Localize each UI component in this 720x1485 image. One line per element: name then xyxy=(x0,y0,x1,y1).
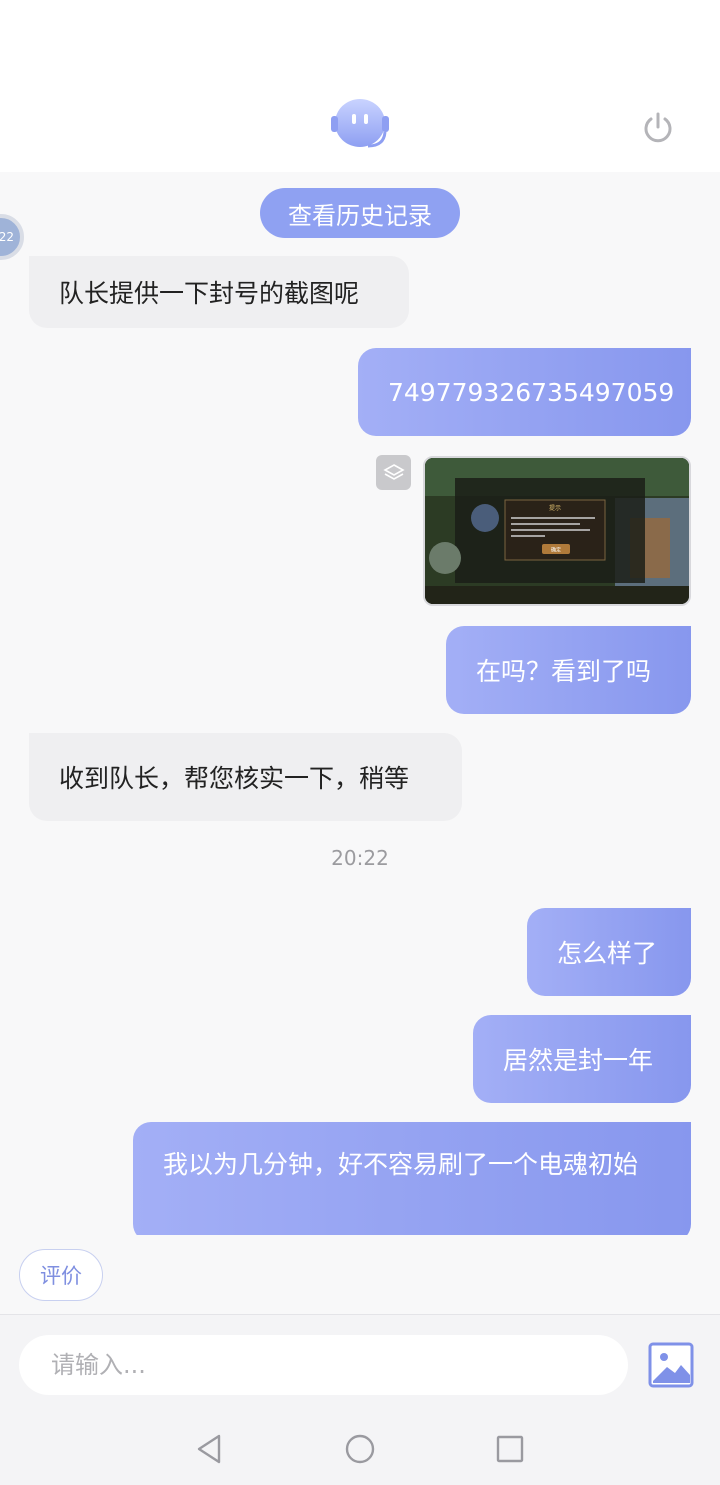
layers-icon[interactable] xyxy=(376,455,411,490)
back-triangle-icon[interactable] xyxy=(193,1432,227,1466)
power-icon[interactable] xyxy=(640,110,676,146)
image-upload-icon[interactable] xyxy=(647,1341,695,1389)
chat-area[interactable]: 查看历史记录 22 队长提供一下封号的截图呢 74977932673549705… xyxy=(0,172,720,1235)
message-bubble-user: 在吗？看到了吗 xyxy=(446,626,691,714)
message-timestamp: 20:22 xyxy=(331,846,389,870)
dialog-title: 提示 xyxy=(549,504,561,512)
dialog-button: 确定 xyxy=(551,547,561,554)
message-bubble-user: 居然是封一年 xyxy=(473,1015,691,1103)
game-screenshot-thumbnail: 提示 确定 xyxy=(425,458,689,604)
input-bar xyxy=(0,1314,720,1413)
recent-square-icon[interactable] xyxy=(493,1432,527,1466)
message-bubble-agent: 收到队长，帮您核实一下，稍等 xyxy=(29,733,462,821)
screenshot-image-message[interactable]: 提示 确定 xyxy=(423,456,691,606)
chat-header xyxy=(0,0,720,172)
message-bubble-user: 749779326735497059 xyxy=(358,348,691,436)
message-bubble-agent: 队长提供一下封号的截图呢 xyxy=(29,256,409,328)
message-bubble-user: 我以为几分钟，好不容易刷了一个电魂初始 xyxy=(133,1122,691,1235)
home-circle-icon[interactable] xyxy=(343,1432,377,1466)
rate-button[interactable]: 评价 xyxy=(19,1249,103,1301)
message-input[interactable] xyxy=(19,1335,628,1395)
robot-headset-icon xyxy=(331,99,389,148)
message-bubble-user: 怎么样了 xyxy=(527,908,691,996)
view-history-button[interactable]: 查看历史记录 xyxy=(260,188,460,238)
agent-avatar: 22 xyxy=(0,214,24,260)
system-navbar xyxy=(0,1412,720,1485)
